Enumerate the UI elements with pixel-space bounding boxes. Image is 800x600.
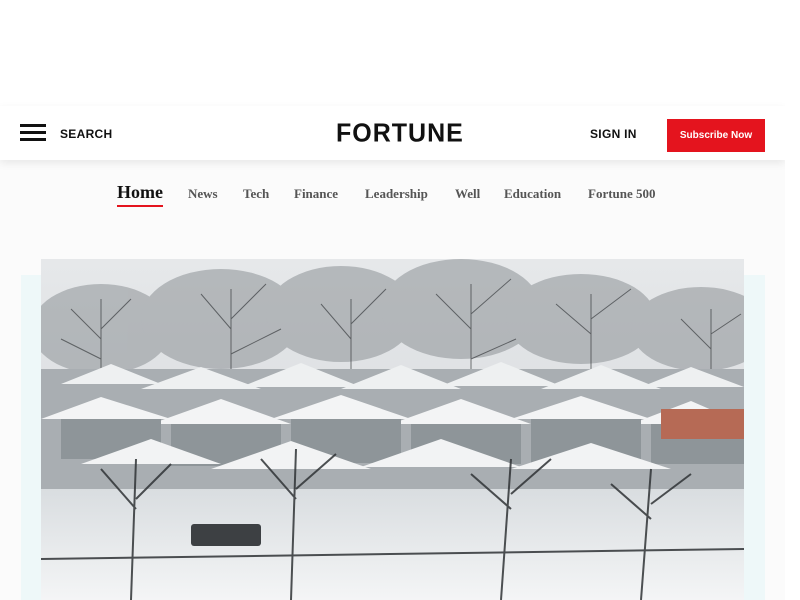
nav-item-tech[interactable]: Tech bbox=[243, 186, 269, 202]
nav-item-news[interactable]: News bbox=[188, 186, 218, 202]
site-header: SEARCH FORTUNE SIGN IN Subscribe Now bbox=[0, 106, 785, 160]
menu-line-bottom bbox=[20, 138, 46, 141]
nav-item-fortune-500[interactable]: Fortune 500 bbox=[588, 186, 656, 202]
ad-space bbox=[0, 0, 785, 106]
fortune-logo[interactable]: FORTUNE bbox=[336, 118, 463, 148]
nav-item-well[interactable]: Well bbox=[455, 186, 480, 202]
nav-item-home[interactable]: Home bbox=[117, 182, 163, 207]
sign-in-link[interactable]: SIGN IN bbox=[590, 127, 637, 141]
page-viewport: SEARCH FORTUNE SIGN IN Subscribe Now Hom… bbox=[0, 0, 785, 600]
search-button[interactable]: SEARCH bbox=[60, 127, 112, 141]
hamburger-menu-icon[interactable] bbox=[20, 124, 46, 142]
hero-image[interactable] bbox=[41, 259, 744, 600]
menu-line-top bbox=[20, 124, 46, 127]
menu-line-middle bbox=[20, 131, 46, 134]
nav-item-finance[interactable]: Finance bbox=[294, 186, 338, 202]
subscribe-button[interactable]: Subscribe Now bbox=[667, 119, 765, 152]
nav-item-leadership[interactable]: Leadership bbox=[365, 186, 428, 202]
section-nav: Home News Tech Finance Leadership Well E… bbox=[0, 182, 785, 212]
snowy-suburb-photo bbox=[41, 259, 744, 600]
nav-item-education[interactable]: Education bbox=[504, 186, 561, 202]
